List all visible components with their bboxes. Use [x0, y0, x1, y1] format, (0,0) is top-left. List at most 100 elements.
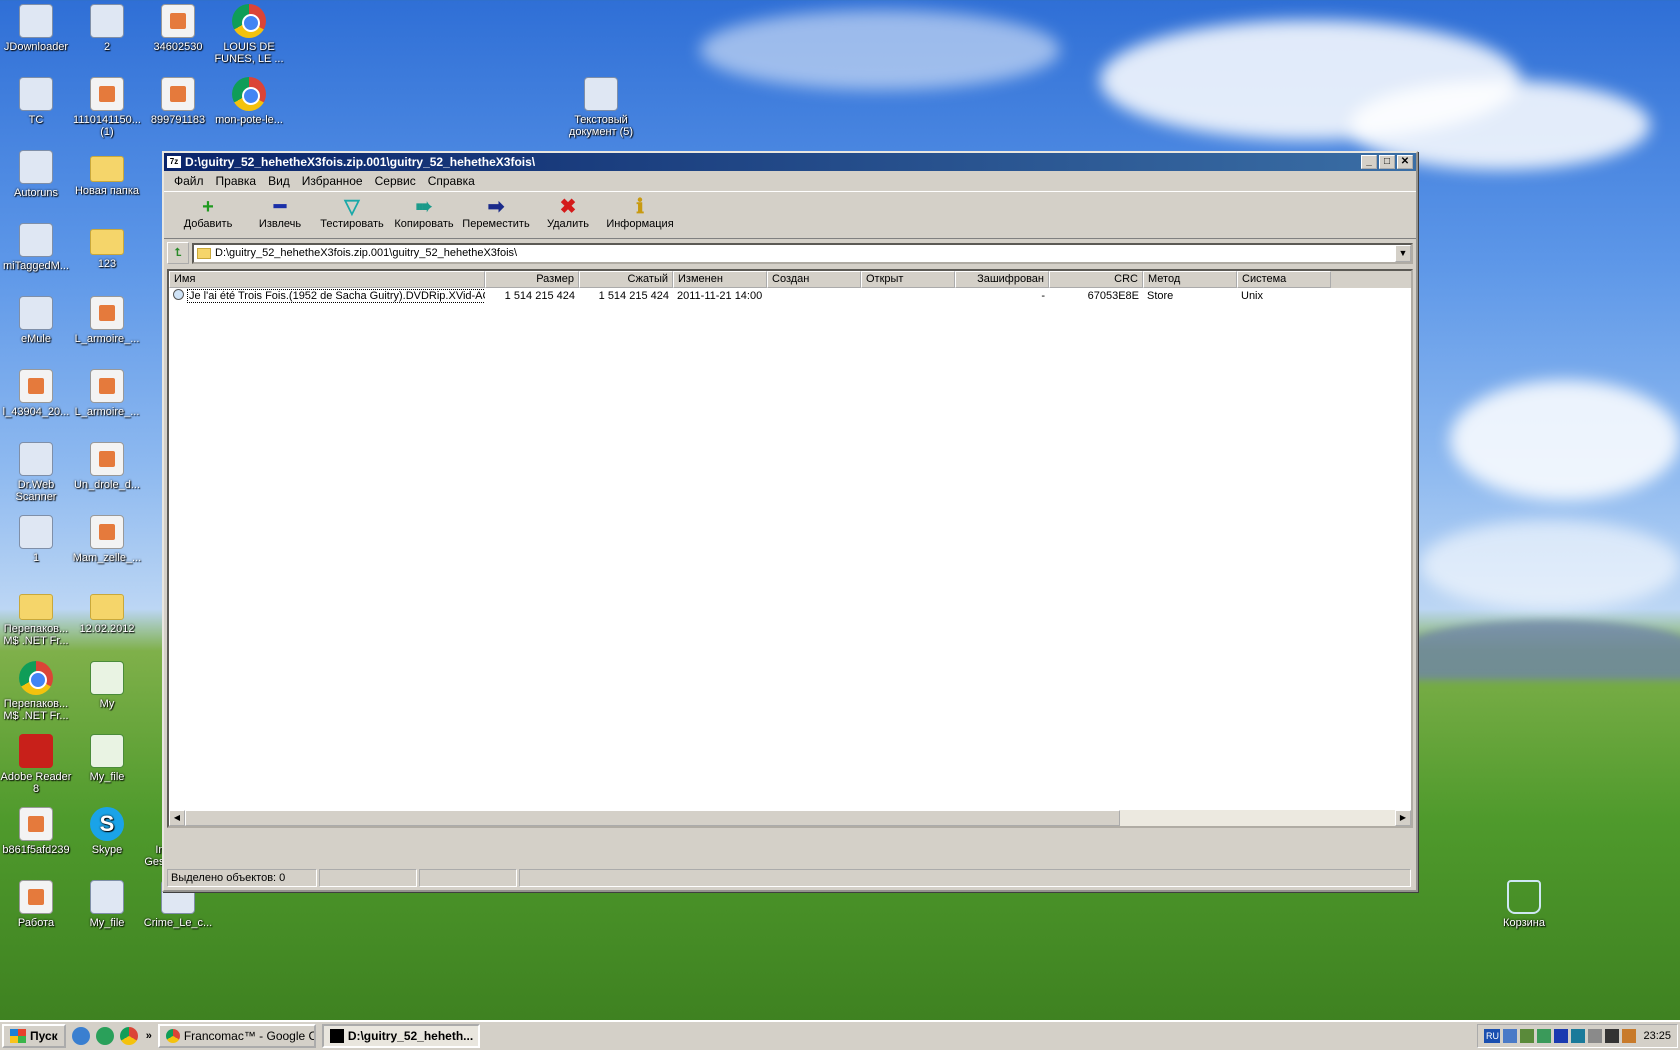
quicklaunch-overflow-icon[interactable]: » [146, 1030, 152, 1042]
desktop-icon[interactable]: Новая папка [69, 150, 145, 197]
desktop-icon[interactable]: Adobe Reader 8 [0, 734, 74, 795]
toolbar-label: Копировать [394, 218, 454, 230]
quicklaunch-ie-icon[interactable] [71, 1027, 90, 1045]
status-pane-4 [519, 869, 1411, 887]
extract-button[interactable]: ━ Извлечь [244, 194, 316, 230]
folder-up-button[interactable]: ⮤ [167, 242, 189, 264]
desktop-icon[interactable]: Autoruns [0, 150, 74, 199]
column-accessed[interactable]: Открыт [861, 271, 955, 288]
column-packed[interactable]: Сжатый [579, 271, 673, 288]
desktop-icon[interactable]: L_armoire_... [69, 369, 145, 418]
desktop-icon[interactable]: 12.02.2012 [69, 588, 145, 635]
column-name[interactable]: Имя [169, 271, 485, 288]
add-button[interactable]: + Добавить [172, 194, 244, 230]
file-icon [19, 880, 53, 914]
desktop-icon[interactable]: Un_drole_d... [69, 442, 145, 491]
desktop-icon[interactable]: S Skype [69, 807, 145, 856]
window-titlebar[interactable]: 7z D:\guitry_52_hehetheX3fois.zip.001\gu… [164, 153, 1416, 171]
test-button[interactable]: ▽ Тестировать [316, 194, 388, 230]
quicklaunch-app-icon[interactable] [95, 1027, 114, 1045]
desktop-icon[interactable]: b861f5afd239 [0, 807, 74, 856]
desktop-icon[interactable]: mon-pote-le... [211, 77, 287, 126]
desktop-icon[interactable]: l_43904_20... [0, 369, 74, 418]
desktop-icon[interactable]: 2 [69, 4, 145, 53]
task-chrome[interactable]: Francomac™ - Google C... [157, 1024, 316, 1048]
close-button[interactable]: ✕ [1397, 155, 1413, 169]
desktop-icon[interactable]: 1110141150... (1) [69, 77, 145, 138]
menu-edit[interactable]: Правка [210, 174, 263, 188]
info-button[interactable]: ℹ Информация [604, 194, 676, 230]
desktop-icon[interactable]: LOUIS DE FUNES, LE ... [211, 4, 287, 65]
file-list[interactable]: Имя Размер Сжатый Изменен Создан Открыт … [167, 269, 1413, 828]
tray-media-icon[interactable] [1554, 1029, 1569, 1043]
desktop-icon[interactable]: JDownloader [0, 4, 74, 53]
desktop-icon[interactable]: L_armoire_... [69, 296, 145, 345]
sevenzip-window[interactable]: 7z D:\guitry_52_hehetheX3fois.zip.001\gu… [162, 151, 1418, 892]
desktop-icon[interactable]: My_file [69, 880, 145, 929]
tray-save-icon[interactable] [1503, 1029, 1518, 1043]
desktop-icon[interactable]: 1 [0, 515, 74, 564]
start-button[interactable]: Пуск [2, 1024, 66, 1048]
file-name[interactable]: Je l'ai été Trois Fois.(1952 de Sacha Gu… [187, 289, 485, 303]
column-crc[interactable]: CRC [1049, 271, 1143, 288]
language-indicator[interactable]: RU [1484, 1029, 1501, 1043]
minimize-button[interactable]: _ [1361, 155, 1377, 169]
horizontal-scrollbar[interactable]: ◀ ▶ [169, 810, 1411, 826]
desktop-icon[interactable]: Работа [0, 880, 74, 929]
desktop-icon[interactable]: 34602530 [140, 4, 216, 53]
desktop-icon-label: Crime_Le_c... [143, 917, 213, 929]
task-sevenzip[interactable]: D:\guitry_52_heheth... [321, 1024, 480, 1048]
file-icon [90, 369, 124, 403]
address-input[interactable]: D:\guitry_52_hehetheX3fois.zip.001\guitr… [215, 247, 1395, 259]
tray-antivirus-icon[interactable] [1605, 1029, 1620, 1043]
address-combobox[interactable]: D:\guitry_52_hehetheX3fois.zip.001\guitr… [192, 242, 1413, 264]
scroll-left-button[interactable]: ◀ [169, 810, 185, 826]
desktop-icon[interactable]: 123 [69, 223, 145, 270]
column-system[interactable]: Система [1237, 271, 1331, 288]
menu-tools[interactable]: Сервис [369, 174, 422, 188]
desktop-icon[interactable]: miTaggedM... [0, 223, 74, 272]
tray-spider-icon[interactable] [1588, 1029, 1603, 1043]
table-row[interactable]: Je l'ai été Trois Fois.(1952 de Sacha Gu… [169, 288, 1411, 305]
tray-app-icon[interactable] [1520, 1029, 1535, 1043]
desktop-icon[interactable]: My_file [69, 734, 145, 783]
tray-network-icon[interactable] [1537, 1029, 1552, 1043]
quicklaunch-chrome-icon[interactable] [119, 1027, 138, 1045]
desktop-icon[interactable]: TC [0, 77, 74, 126]
desktop-icon[interactable]: Перепаков... M$ .NET Fr... [0, 661, 74, 722]
desktop-icon[interactable]: My [69, 661, 145, 710]
move-button[interactable]: ➡ Переместить [460, 194, 532, 230]
desktop-icon[interactable]: eMule [0, 296, 74, 345]
menu-favorites[interactable]: Избранное [296, 174, 369, 188]
scroll-thumb[interactable] [185, 810, 1120, 826]
tray-misc-icon[interactable] [1622, 1029, 1637, 1043]
menu-view[interactable]: Вид [262, 174, 296, 188]
toolbar-label: Переместить [462, 218, 530, 230]
desktop-icon-label: My_file [89, 771, 125, 783]
scroll-track[interactable] [1120, 810, 1395, 826]
video-file-icon [173, 289, 184, 300]
column-created[interactable]: Создан [767, 271, 861, 288]
desktop-icon-label: b861f5afd239 [2, 844, 70, 856]
desktop-icon[interactable]: Корзина [1486, 880, 1562, 929]
desktop-icon[interactable]: Текстовый документ (5) [563, 77, 639, 138]
delete-button[interactable]: ✖ Удалить [532, 194, 604, 230]
maximize-button[interactable]: □ [1379, 155, 1395, 169]
copy-button[interactable]: ➠ Копировать [388, 194, 460, 230]
tray-shield-icon[interactable] [1571, 1029, 1586, 1043]
desktop-icon[interactable]: Dr.Web Scanner [0, 442, 74, 503]
address-dropdown-button[interactable]: ▼ [1395, 244, 1411, 262]
desktop-icon[interactable]: Перепаков... M$ .NET Fr... [0, 588, 74, 647]
gen-icon [19, 442, 53, 476]
column-encrypted[interactable]: Зашифрован [955, 271, 1049, 288]
desktop-icon[interactable]: 899791183 [140, 77, 216, 126]
excel-icon [90, 661, 124, 695]
column-method[interactable]: Метод [1143, 271, 1237, 288]
desktop-icon[interactable]: Mam_zelle_... [69, 515, 145, 564]
column-modified[interactable]: Изменен [673, 271, 767, 288]
plus-icon: + [202, 196, 214, 218]
column-size[interactable]: Размер [485, 271, 579, 288]
menu-file[interactable]: Файл [168, 174, 210, 188]
scroll-right-button[interactable]: ▶ [1395, 810, 1411, 826]
menu-help[interactable]: Справка [422, 174, 481, 188]
